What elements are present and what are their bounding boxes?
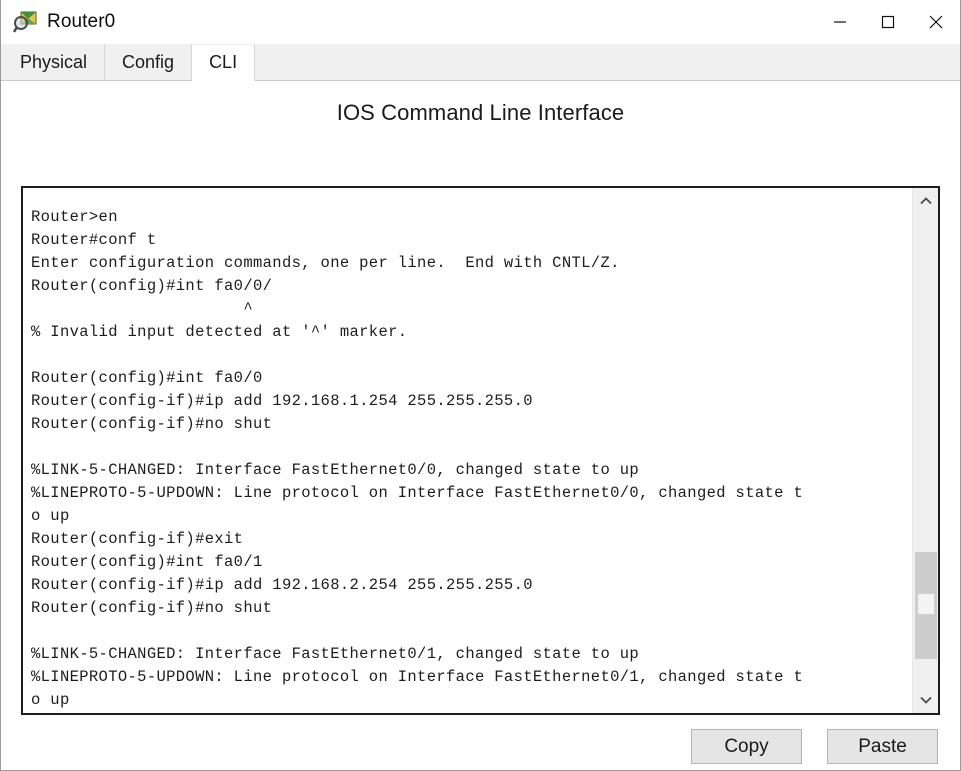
terminal-line: Router(config-if)#no shut: [31, 415, 273, 433]
terminal-line: Router(config)#int fa0/0: [31, 369, 263, 387]
chevron-up-icon: [920, 197, 932, 205]
terminal-line: Router(config-if)#no shut: [31, 599, 273, 617]
action-buttons: Copy Paste: [691, 729, 938, 764]
terminal-output[interactable]: Router>en Router#conf t Enter configuratio…: [23, 188, 912, 713]
router-cli-window: Router0 Physical Config CLI IOS Command …: [0, 0, 961, 771]
scroll-up-button[interactable]: [913, 188, 938, 214]
close-button[interactable]: [912, 0, 960, 44]
copy-button[interactable]: Copy: [691, 729, 802, 764]
scrollbar-thumb[interactable]: [915, 552, 937, 659]
terminal-line: %LINK-5-CHANGED: Interface FastEthernet0…: [31, 461, 640, 479]
tab-cli-label: CLI: [209, 52, 238, 72]
terminal-line: %LINEPROTO-5-UPDOWN: Line protocol on In…: [31, 668, 804, 686]
terminal-container: Router>en Router#conf t Enter configuratio…: [21, 186, 940, 715]
cli-panel: IOS Command Line Interface Router>en Rout…: [1, 81, 960, 770]
terminal-line: Router>en: [31, 208, 118, 226]
panel-title: IOS Command Line Interface: [336, 100, 625, 125]
scrollbar-thumb-grip: [918, 594, 934, 614]
terminal-line: Router(config-if)#exit: [31, 530, 244, 548]
terminal-line: Router#conf t: [31, 231, 157, 249]
router-inspect-icon: [12, 9, 39, 35]
terminal-line: Router(config)#int fa0/1: [31, 553, 263, 571]
tab-strip: Physical Config CLI: [1, 44, 960, 81]
close-icon: [929, 15, 943, 29]
terminal-line: % Invalid input detected at '^' marker.: [31, 323, 408, 341]
terminal-line: ^: [31, 300, 253, 318]
tab-config[interactable]: Config: [105, 44, 193, 80]
paste-button[interactable]: Paste: [827, 729, 938, 764]
terminal-line: %LINK-5-CHANGED: Interface FastEthernet0…: [31, 645, 640, 663]
terminal-line: Router(config-if)#ip add 192.168.2.254 2…: [31, 576, 533, 594]
scroll-down-button[interactable]: [913, 687, 938, 713]
maximize-button[interactable]: [864, 0, 912, 44]
terminal-scrollbar[interactable]: [912, 188, 938, 713]
terminal-line: Router(config)#int fa0/0/: [31, 277, 273, 295]
tab-cli[interactable]: CLI: [192, 45, 256, 81]
window-controls: [816, 0, 960, 44]
minimize-button[interactable]: [816, 0, 864, 44]
tab-config-label: Config: [122, 51, 175, 72]
tab-physical-label: Physical: [20, 51, 88, 72]
terminal-line: %LINEPROTO-5-UPDOWN: Line protocol on In…: [31, 484, 804, 502]
title-bar: Router0: [1, 0, 960, 44]
scrollbar-track[interactable]: [913, 214, 938, 687]
tab-physical[interactable]: Physical: [3, 44, 106, 80]
terminal-line: o up: [31, 691, 70, 709]
minimize-icon: [834, 21, 846, 23]
maximize-icon: [881, 15, 895, 29]
terminal-line: o up: [31, 507, 70, 525]
terminal-line: Enter configuration commands, one per li…: [31, 254, 620, 272]
chevron-down-icon: [920, 696, 932, 704]
window-title: Router0: [47, 11, 116, 32]
terminal-line: Router(config-if)#ip add 192.168.1.254 2…: [31, 392, 533, 410]
terminal-line: Router(config-if)#exit: [31, 712, 912, 713]
